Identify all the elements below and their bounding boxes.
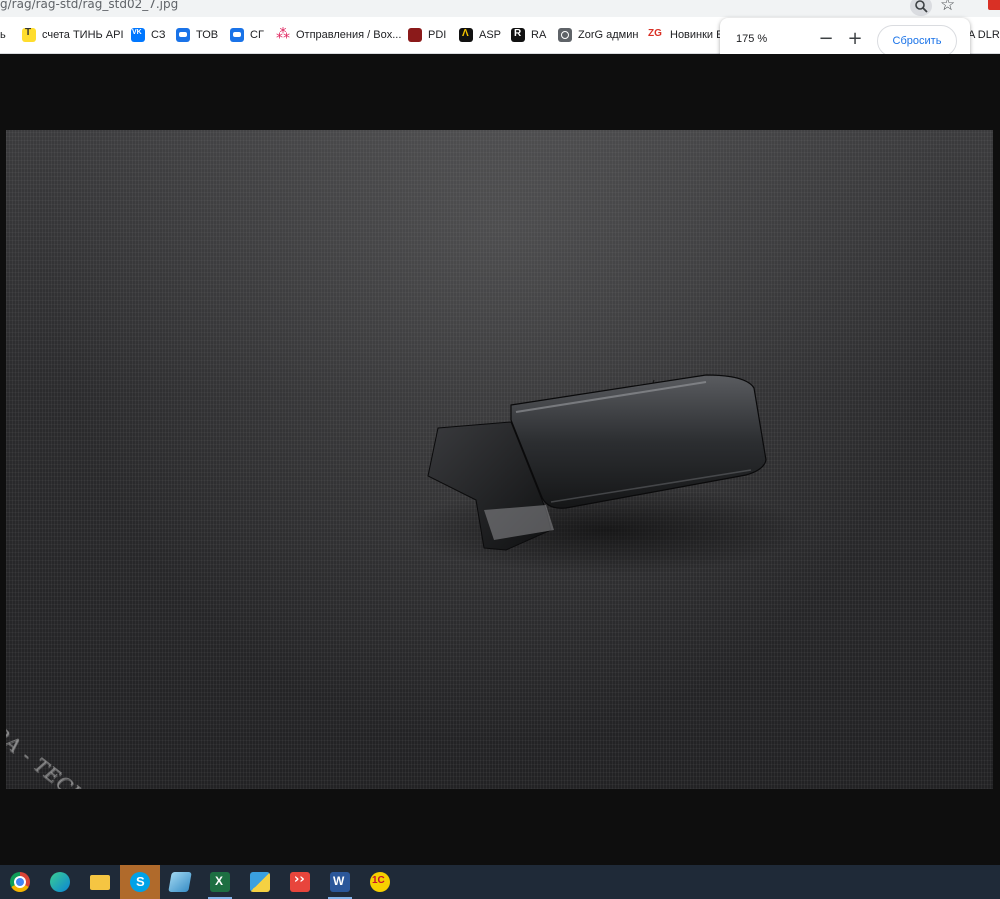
bookmark-label: СГ bbox=[250, 29, 264, 41]
dots-icon bbox=[276, 25, 290, 42]
asp-icon bbox=[459, 28, 473, 42]
message-icon bbox=[230, 28, 244, 42]
bookmark-label: RA bbox=[531, 29, 547, 41]
edge-icon bbox=[50, 872, 70, 892]
excel-icon bbox=[210, 872, 230, 892]
notes-icon bbox=[168, 872, 192, 892]
anydesk-taskbar-button[interactable] bbox=[280, 865, 320, 899]
bookmark-item[interactable]: ASP bbox=[459, 27, 501, 43]
bookmark-label: ASP bbox=[479, 29, 502, 41]
bookmark-label: PDI bbox=[428, 29, 447, 41]
bookmark-label: A DLR bbox=[968, 29, 1000, 41]
ra-icon bbox=[511, 28, 525, 42]
tinkoff-icon bbox=[22, 27, 36, 42]
bookmark-label: СЗ bbox=[151, 29, 166, 41]
bookmark-label: ZorG админ bbox=[578, 29, 639, 41]
metal-part-illustration bbox=[406, 374, 806, 575]
vk-icon bbox=[131, 28, 145, 42]
address-bar[interactable]: g/rag/rag-std/rag_std02_7.jpg ☆ bbox=[0, 0, 1000, 17]
zg-icon bbox=[648, 28, 664, 42]
extension-icon[interactable] bbox=[988, 0, 1000, 10]
globe-icon bbox=[558, 28, 572, 42]
folder-icon bbox=[90, 874, 110, 890]
bookmark-item[interactable]: ТОВ bbox=[176, 27, 218, 43]
taskbar bbox=[0, 865, 1000, 899]
word-taskbar-button[interactable] bbox=[320, 865, 360, 899]
image-viewport: RA - TECH bbox=[0, 54, 1000, 865]
bookmark-item[interactable]: счета ТИНЬ API bbox=[22, 27, 124, 43]
product-photo[interactable]: RA - TECH bbox=[6, 130, 993, 789]
bookmark-item[interactable]: ZorG админ bbox=[558, 27, 638, 43]
bookmark-item[interactable]: RA bbox=[511, 27, 546, 43]
url-text[interactable]: g/rag/rag-std/rag_std02_7.jpg bbox=[0, 0, 178, 11]
skype-taskbar-button[interactable] bbox=[120, 865, 160, 899]
bookmark-label: Отправления / Box... bbox=[296, 29, 402, 41]
bookmark-item[interactable]: ь bbox=[0, 27, 6, 43]
zoom-level: 175 % bbox=[736, 33, 768, 45]
bookmark-label: счета ТИНЬ API bbox=[42, 29, 124, 41]
explorer-taskbar-button[interactable] bbox=[80, 865, 120, 899]
bookmark-label: Новинки E bbox=[670, 29, 724, 41]
1c-taskbar-button[interactable] bbox=[360, 865, 400, 899]
bookmark-star-icon[interactable]: ☆ bbox=[940, 0, 955, 15]
bookmark-label: ТОВ bbox=[196, 29, 219, 41]
bookmark-label: ь bbox=[0, 29, 6, 41]
bookmark-item[interactable]: СЗ bbox=[131, 27, 165, 43]
bookmark-item[interactable]: A DLR bbox=[968, 27, 1000, 43]
zoom-in-button[interactable]: + bbox=[846, 27, 864, 51]
1c-icon bbox=[370, 872, 390, 892]
word-icon bbox=[330, 872, 350, 892]
maps-icon bbox=[250, 872, 270, 892]
chrome-icon bbox=[10, 872, 30, 892]
notes-taskbar-button[interactable] bbox=[160, 865, 200, 899]
skype-icon bbox=[130, 872, 150, 892]
bookmark-item[interactable]: Новинки E bbox=[648, 27, 723, 43]
pdi-icon bbox=[408, 28, 422, 42]
zoom-icon[interactable] bbox=[910, 0, 932, 16]
zoom-out-button[interactable]: − bbox=[818, 27, 834, 51]
zoom-reset-button[interactable]: Сбросить bbox=[877, 25, 957, 57]
bookmark-item[interactable]: PDI bbox=[408, 27, 446, 43]
message-icon bbox=[176, 28, 190, 42]
chrome-taskbar-button[interactable] bbox=[0, 865, 40, 899]
maps-taskbar-button[interactable] bbox=[240, 865, 280, 899]
edge-taskbar-button[interactable] bbox=[40, 865, 80, 899]
bookmark-item[interactable]: Отправления / Box... bbox=[276, 25, 402, 43]
anydesk-icon bbox=[290, 872, 310, 892]
bookmark-item[interactable]: СГ bbox=[230, 27, 264, 43]
excel-taskbar-button[interactable] bbox=[200, 865, 240, 899]
